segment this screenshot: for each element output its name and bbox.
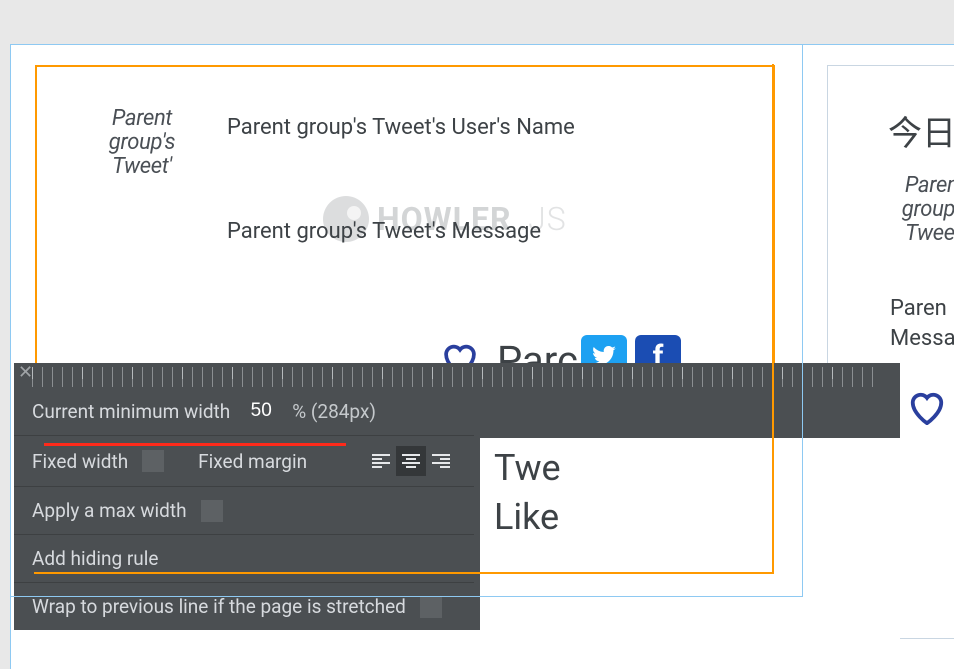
min-width-unit: % (284px) bbox=[292, 400, 376, 423]
align-right-button[interactable] bbox=[426, 446, 456, 476]
selection-border-bottom bbox=[34, 572, 774, 574]
outer-selection-right bbox=[802, 44, 803, 597]
min-width-label: Current minimum width bbox=[32, 400, 230, 423]
align-left-button[interactable] bbox=[366, 446, 396, 476]
heart-icon[interactable] bbox=[908, 390, 946, 424]
min-width-row: Current minimum width % (284px) bbox=[14, 387, 900, 435]
outer-selection-bottom bbox=[10, 596, 802, 597]
max-width-label: Apply a max width bbox=[32, 499, 187, 522]
avatar-placeholder: Parent group's Tweet' bbox=[890, 174, 954, 247]
selection-border-right bbox=[772, 64, 774, 574]
align-center-button[interactable] bbox=[396, 446, 426, 476]
fixed-width-label: Fixed width bbox=[32, 450, 128, 473]
tweet-message-text: Parent group's Tweet's Message bbox=[227, 219, 541, 244]
user-name-text: Parent group's Tweet's User's Name bbox=[227, 115, 575, 140]
avatar-placeholder: Parent group's Tweet' bbox=[97, 107, 187, 180]
wrap-checkbox[interactable] bbox=[420, 596, 442, 618]
fixed-margin-label: Fixed margin bbox=[198, 450, 307, 473]
message-partial: Messa bbox=[890, 326, 954, 351]
user-name-partial: Paren bbox=[890, 296, 947, 321]
close-icon[interactable]: ✕ bbox=[18, 362, 33, 383]
card2-title: 今日 bbox=[888, 106, 954, 155]
annotation-underline bbox=[44, 443, 346, 446]
alignment-group bbox=[366, 446, 456, 476]
hiding-rule-label: Add hiding rule bbox=[32, 547, 158, 570]
fixed-width-checkbox[interactable] bbox=[142, 450, 164, 472]
below-card-text: Twe Like bbox=[494, 444, 561, 541]
max-width-checkbox[interactable] bbox=[201, 500, 223, 522]
wrap-row: Wrap to previous line if the page is str… bbox=[14, 582, 474, 630]
width-ruler[interactable] bbox=[32, 367, 882, 387]
wrap-label: Wrap to previous line if the page is str… bbox=[32, 595, 406, 618]
responsive-editor-panel[interactable]: ✕ Current minimum width % (284px) Fixed … bbox=[14, 363, 900, 630]
max-width-row: Apply a max width bbox=[14, 486, 474, 534]
hiding-rule-row[interactable]: Add hiding rule bbox=[14, 534, 474, 582]
min-width-input[interactable] bbox=[244, 400, 278, 422]
